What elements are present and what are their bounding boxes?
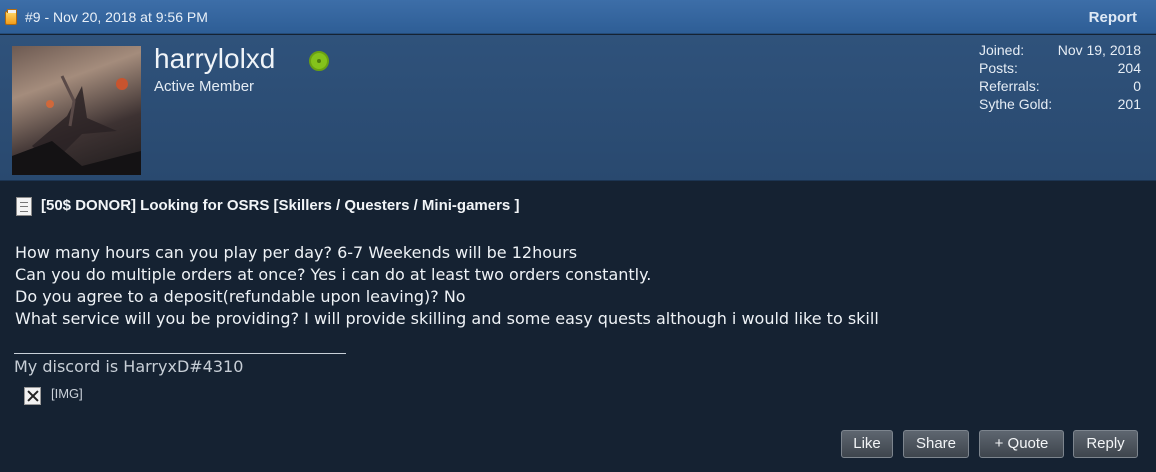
user-stats: Joined: Nov 19, 2018 Posts: 204 Referral… xyxy=(979,41,1141,113)
document-icon xyxy=(16,197,32,216)
thread-title: [50$ DONOR] Looking for OSRS [Skillers /… xyxy=(41,197,520,214)
username-link[interactable]: harrylolxd xyxy=(154,43,275,75)
stat-label: Joined: xyxy=(979,42,1025,58)
stat-label: Referrals: xyxy=(979,78,1040,94)
post-line: Can you do multiple orders at once? Yes … xyxy=(15,265,652,284)
report-link[interactable]: Report xyxy=(1089,9,1137,26)
post-body: How many hours can you play per day? 6-7… xyxy=(15,242,1145,330)
stat-referrals: Referrals: 0 xyxy=(979,77,1141,95)
stat-value: 201 xyxy=(1117,96,1141,112)
post-permalink[interactable]: #9 - Nov 20, 2018 at 9:56 PM xyxy=(25,9,208,25)
user-title: Active Member xyxy=(154,78,255,95)
stat-label: Sythe Gold: xyxy=(979,96,1053,112)
post-line: How many hours can you play per day? 6-7… xyxy=(15,243,578,262)
share-button[interactable]: Share xyxy=(903,430,969,458)
stat-label: Posts: xyxy=(979,60,1018,76)
image-placeholder-label: [IMG] xyxy=(51,386,83,401)
online-status-icon xyxy=(309,51,329,71)
reply-button[interactable]: Reply xyxy=(1073,430,1138,458)
post-line: Do you agree to a deposit(refundable upo… xyxy=(15,287,466,306)
signature-divider xyxy=(14,353,346,354)
stat-joined: Joined: Nov 19, 2018 xyxy=(979,41,1141,59)
like-button[interactable]: Like xyxy=(841,430,893,458)
avatar-art-icon xyxy=(12,75,141,175)
quote-button[interactable]: + Quote xyxy=(979,430,1064,458)
post-header-bar: #9 - Nov 20, 2018 at 9:56 PM Report xyxy=(0,0,1156,34)
broken-image-icon xyxy=(24,387,41,405)
stat-value[interactable]: 204 xyxy=(1118,59,1141,77)
new-post-icon xyxy=(5,9,17,25)
avatar[interactable] xyxy=(12,46,141,175)
stat-sythe-gold: Sythe Gold: 201 xyxy=(979,95,1141,113)
stat-value: 0 xyxy=(1133,78,1141,94)
post-line: What service will you be providing? I wi… xyxy=(15,309,879,328)
signature-text: My discord is HarryxD#4310 xyxy=(14,357,244,376)
user-info-bar: harrylolxd Active Member Joined: Nov 19,… xyxy=(0,35,1156,181)
stat-value: Nov 19, 2018 xyxy=(1057,42,1141,58)
stat-posts: Posts: 204 xyxy=(979,59,1141,77)
